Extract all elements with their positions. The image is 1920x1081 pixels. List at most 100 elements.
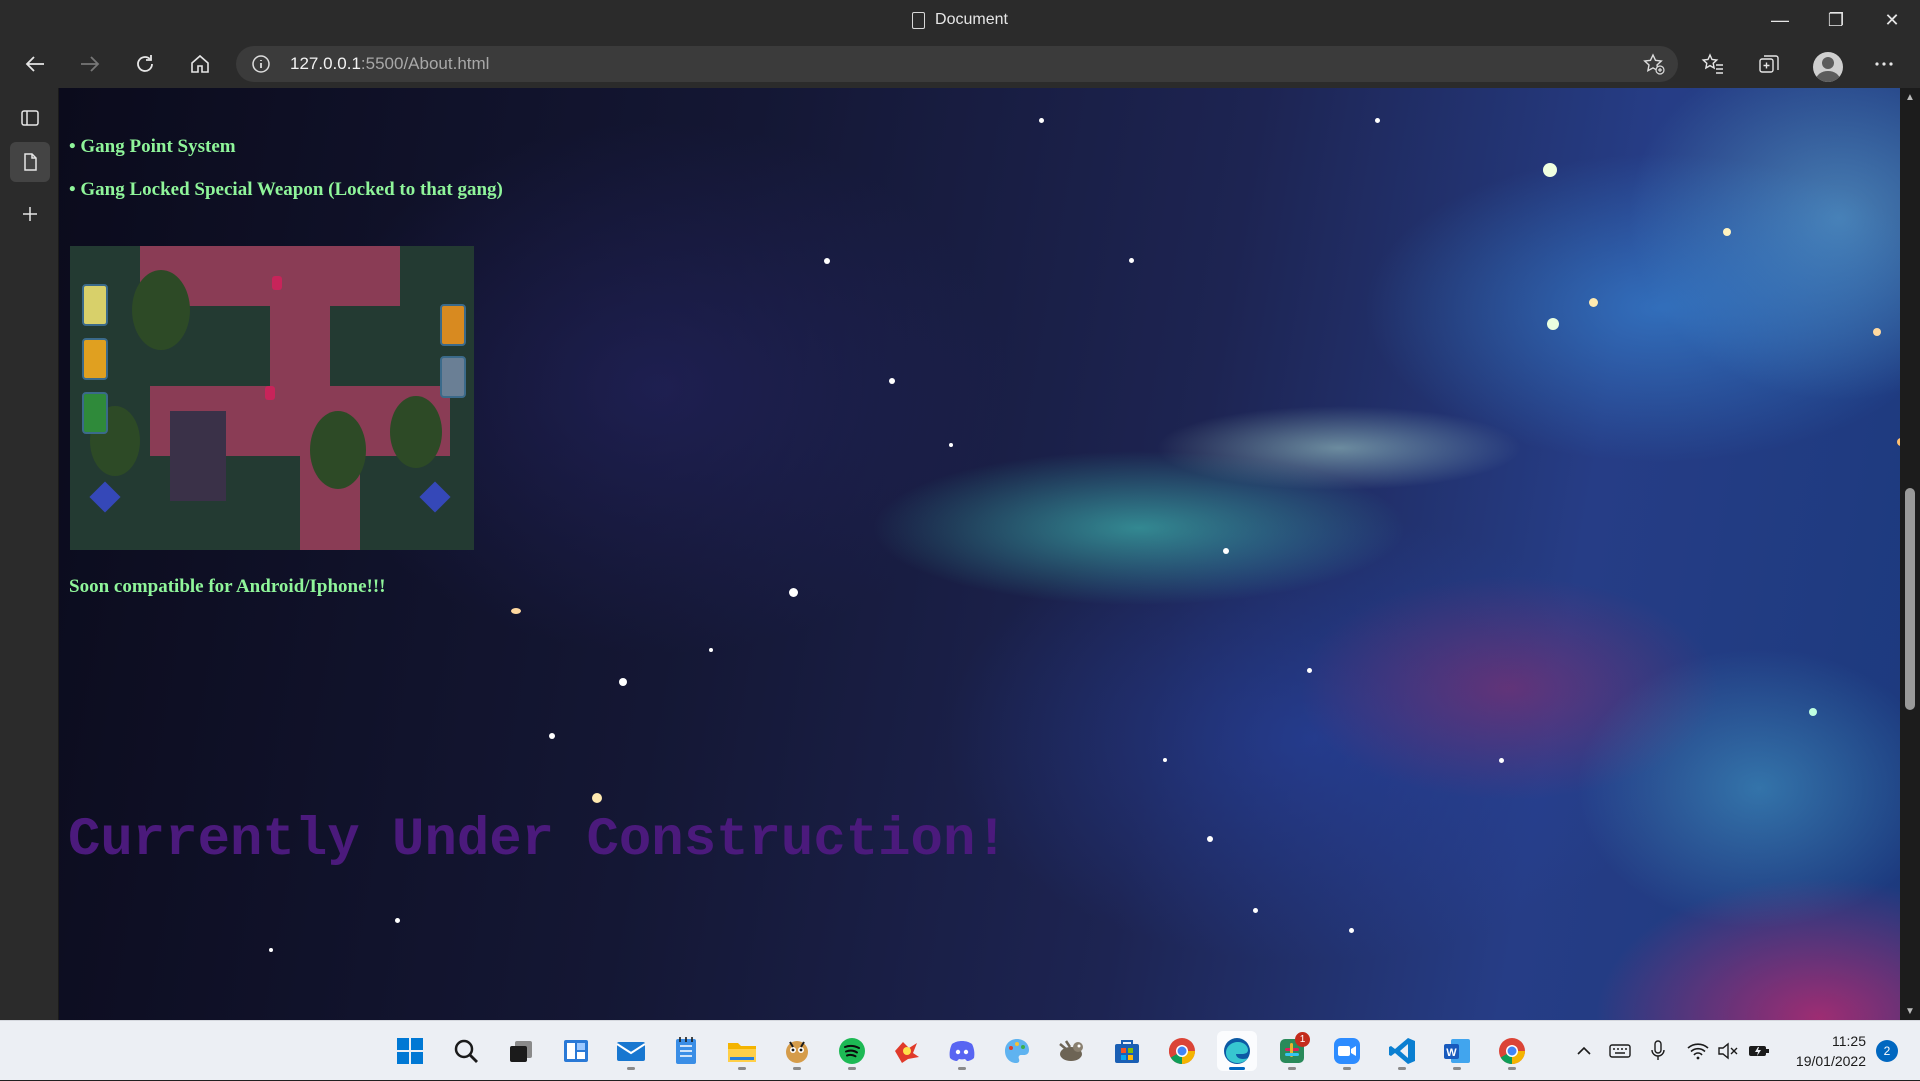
spotify-icon xyxy=(839,1038,865,1064)
restore-button[interactable]: ❐ xyxy=(1808,0,1864,40)
battery-tray[interactable] xyxy=(1744,1021,1774,1081)
search-icon xyxy=(454,1039,478,1063)
new-tab-button[interactable] xyxy=(10,194,50,234)
vscode-icon xyxy=(1389,1038,1415,1064)
collections-button[interactable] xyxy=(1749,44,1789,84)
forward-button[interactable] xyxy=(70,44,110,84)
notepad-icon xyxy=(676,1037,696,1064)
url-path: :5500/About.html xyxy=(360,54,490,73)
word-app[interactable]: W xyxy=(1437,1031,1477,1071)
discord-icon xyxy=(949,1041,975,1061)
home-button[interactable] xyxy=(180,44,220,84)
search-button[interactable] xyxy=(446,1031,486,1071)
edge-app[interactable] xyxy=(1217,1031,1257,1071)
paint-app[interactable] xyxy=(997,1031,1037,1071)
slack-app[interactable]: 1 xyxy=(1272,1031,1312,1071)
feature-gang-locked-weapon: • Gang Locked Special Weapon (Locked to … xyxy=(69,179,503,200)
star xyxy=(1873,328,1881,336)
microsoft-store-app[interactable] xyxy=(1107,1031,1147,1071)
address-bar[interactable]: 127.0.0.1:5500/About.html xyxy=(236,46,1678,82)
star xyxy=(1809,708,1817,716)
notification-badge: 1 xyxy=(1295,1032,1310,1047)
star xyxy=(1375,118,1380,123)
star xyxy=(1723,228,1731,236)
wifi-tray[interactable] xyxy=(1684,1021,1712,1081)
star xyxy=(549,733,555,739)
keyboard-icon xyxy=(1609,1044,1631,1058)
back-button[interactable] xyxy=(15,44,55,84)
microphone-tray[interactable] xyxy=(1644,1021,1672,1081)
chrome-icon xyxy=(1168,1038,1195,1065)
star xyxy=(1543,163,1557,177)
chevron-up-icon xyxy=(1577,1046,1591,1055)
edge-icon xyxy=(1224,1038,1250,1064)
volume-muted-icon xyxy=(1718,1042,1738,1060)
star xyxy=(619,678,627,686)
file-explorer-icon xyxy=(728,1043,756,1062)
site-info-icon[interactable] xyxy=(251,54,271,74)
scroll-down-arrow-icon[interactable]: ▼ xyxy=(1900,1002,1920,1020)
page-scrollbar[interactable]: ▲ ▼ xyxy=(1900,88,1920,1020)
notification-center-badge[interactable]: 2 xyxy=(1876,1040,1898,1062)
star xyxy=(269,948,273,952)
more-icon xyxy=(1875,62,1893,66)
task-view-icon xyxy=(510,1041,532,1062)
clock-date: 19/01/2022 xyxy=(1795,1053,1866,1069)
feature-gang-point-system: • Gang Point System xyxy=(69,136,236,157)
widgets-icon xyxy=(564,1040,588,1062)
start-button[interactable] xyxy=(390,1031,430,1071)
star xyxy=(1163,758,1167,762)
star xyxy=(1253,908,1258,913)
window-title: Document xyxy=(0,0,1920,40)
gimp-app[interactable] xyxy=(1052,1031,1092,1071)
task-view-button[interactable] xyxy=(501,1031,541,1071)
game-launcher-app[interactable] xyxy=(887,1031,927,1071)
chrome-app-2[interactable] xyxy=(1492,1031,1532,1071)
mail-app[interactable] xyxy=(611,1031,651,1071)
volume-tray[interactable] xyxy=(1714,1021,1742,1081)
favorites-button[interactable] xyxy=(1693,44,1733,84)
vertical-tabs-sidebar xyxy=(0,88,59,1020)
favorites-icon xyxy=(1701,53,1723,74)
scrollbar-thumb[interactable] xyxy=(1905,488,1915,710)
window-title-text: Document xyxy=(935,11,1008,28)
star xyxy=(1129,258,1134,263)
profile-avatar-icon[interactable] xyxy=(1813,52,1843,82)
clock[interactable]: 11:25 19/01/2022 xyxy=(1776,1031,1866,1071)
star xyxy=(824,258,830,264)
zoom-icon xyxy=(1334,1038,1360,1064)
vscode-app[interactable] xyxy=(1382,1031,1422,1071)
close-button[interactable]: ✕ xyxy=(1864,0,1920,40)
star xyxy=(511,608,521,614)
refresh-button[interactable] xyxy=(125,44,165,84)
game-app-icon xyxy=(786,1041,808,1063)
zoom-app[interactable] xyxy=(1327,1031,1367,1071)
add-favorite-icon[interactable] xyxy=(1642,52,1666,76)
widgets-button[interactable] xyxy=(556,1031,596,1071)
chest-icon xyxy=(82,338,108,380)
spotify-app[interactable] xyxy=(832,1031,872,1071)
show-hidden-icons-button[interactable] xyxy=(1572,1021,1596,1081)
keyboard-tray[interactable] xyxy=(1606,1021,1634,1081)
battery-charging-icon xyxy=(1749,1046,1769,1056)
url-text[interactable]: 127.0.0.1:5500/About.html xyxy=(290,46,489,82)
chrome-icon xyxy=(1499,1038,1525,1065)
svg-text:W: W xyxy=(1446,1047,1457,1059)
discord-app[interactable] xyxy=(942,1031,982,1071)
game-app[interactable] xyxy=(777,1031,817,1071)
chrome-app[interactable] xyxy=(1162,1031,1202,1071)
tab-actions-button[interactable] xyxy=(10,98,50,138)
gimp-icon xyxy=(1059,1040,1083,1061)
star xyxy=(889,378,895,384)
navigation-bar: 127.0.0.1:5500/About.html xyxy=(0,40,1920,88)
taskbar: 1 W 11:25 19/01/2022 2 xyxy=(0,1020,1920,1080)
map-icon xyxy=(82,392,108,434)
tab-document[interactable] xyxy=(10,142,50,182)
notepad-app[interactable] xyxy=(666,1031,706,1071)
file-explorer-app[interactable] xyxy=(722,1031,762,1071)
star xyxy=(1223,548,1229,554)
scroll-up-arrow-icon[interactable]: ▲ xyxy=(1900,88,1920,106)
settings-more-button[interactable] xyxy=(1864,44,1904,84)
mobile-compatibility-note: Soon compatible for Android/Iphone!!! xyxy=(69,576,386,597)
minimize-button[interactable]: — xyxy=(1752,0,1808,40)
